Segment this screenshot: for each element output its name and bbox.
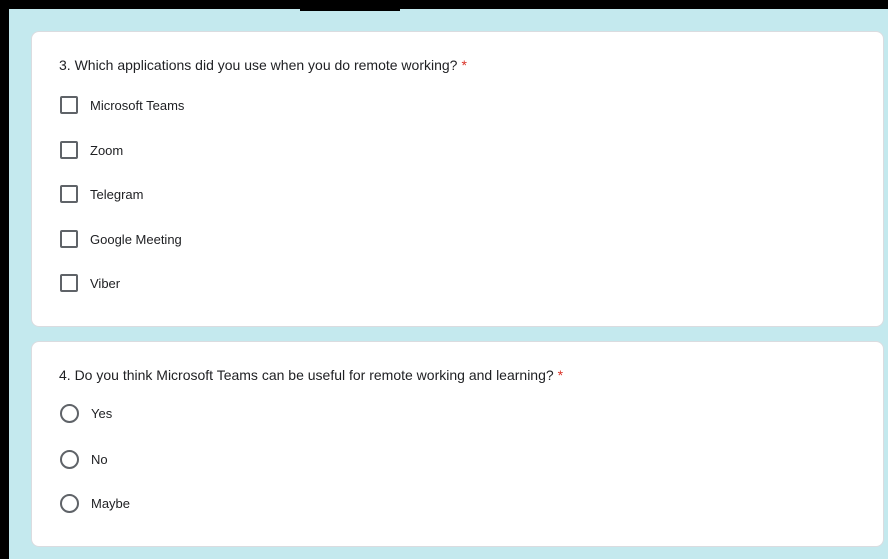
option-label: Zoom: [90, 142, 124, 158]
question-title: 3. Which applications did you use when y…: [59, 57, 467, 73]
checkbox[interactable]: [60, 185, 78, 203]
option-label: Google Meeting: [90, 231, 182, 247]
checkbox-option-viber[interactable]: Viber: [60, 273, 120, 293]
required-asterisk: *: [557, 367, 564, 383]
checkbox-option-google-meeting[interactable]: Google Meeting: [60, 229, 182, 249]
radio-option-no[interactable]: No: [60, 449, 108, 469]
question-card-4: 4. Do you think Microsoft Teams can be u…: [31, 341, 884, 547]
option-label: No: [91, 451, 108, 467]
question-text: 4. Do you think Microsoft Teams can be u…: [59, 367, 554, 383]
option-label: Maybe: [91, 495, 131, 511]
checkbox[interactable]: [60, 274, 78, 292]
radio-button[interactable]: [60, 403, 79, 423]
checkbox-option-microsoft-teams[interactable]: Microsoft Teams: [60, 95, 184, 115]
option-label: Viber: [90, 275, 121, 291]
checkbox[interactable]: [60, 230, 78, 248]
question-card-3: 3. Which applications did you use when y…: [31, 31, 884, 327]
checkbox[interactable]: [60, 96, 78, 114]
checkbox[interactable]: [60, 141, 78, 159]
window-frame-top: [0, 0, 888, 9]
option-label: Telegram: [90, 186, 144, 202]
question-title: 4. Do you think Microsoft Teams can be u…: [59, 367, 563, 383]
radio-button[interactable]: [60, 493, 79, 513]
checkbox-option-zoom[interactable]: Zoom: [60, 140, 123, 160]
question-text: 3. Which applications did you use when y…: [59, 57, 458, 73]
radio-option-maybe[interactable]: Maybe: [60, 493, 130, 513]
checkbox-option-telegram[interactable]: Telegram: [60, 184, 143, 204]
window-frame-left: [0, 0, 9, 559]
required-asterisk: *: [461, 57, 467, 73]
radio-option-yes[interactable]: Yes: [60, 403, 112, 423]
option-label: Yes: [91, 405, 113, 421]
option-label: Microsoft Teams: [90, 97, 185, 113]
radio-button[interactable]: [60, 449, 79, 469]
window-frame-notch: [300, 9, 400, 11]
